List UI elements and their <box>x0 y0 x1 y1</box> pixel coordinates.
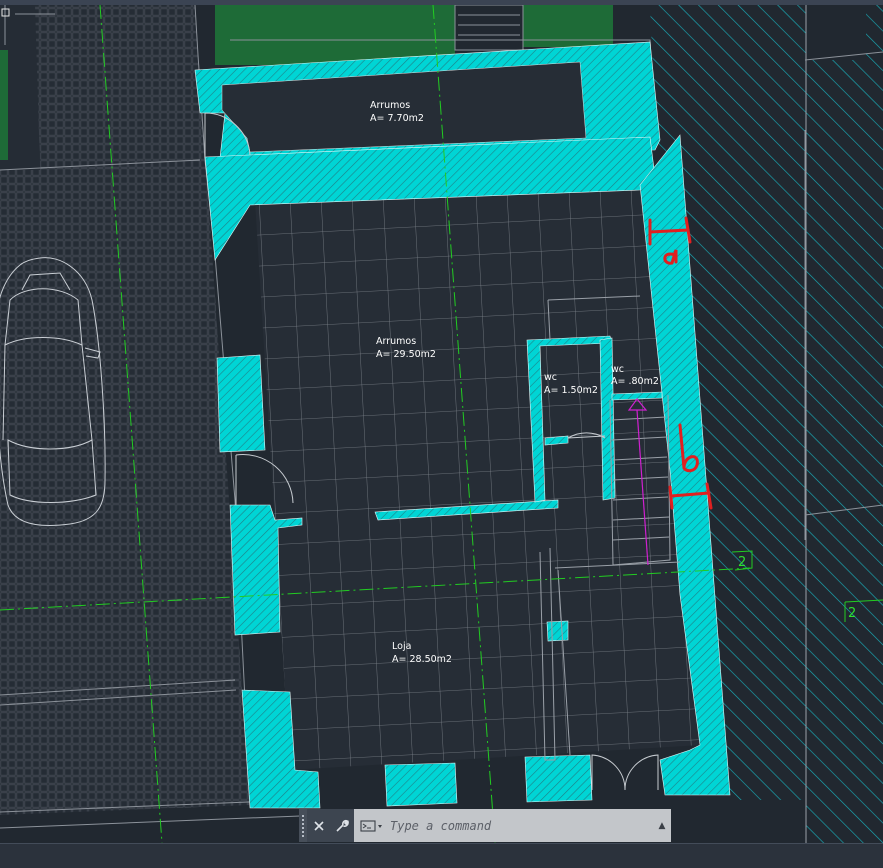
command-input-box[interactable]: ▲ <box>354 809 671 842</box>
command-input[interactable] <box>386 814 653 837</box>
autocad-window: 2 2 a b Arrumos A <box>0 0 883 868</box>
svg-text:A= .80m2: A= .80m2 <box>611 376 659 387</box>
drawing-canvas[interactable]: 2 2 a b Arrumos A <box>0 5 883 843</box>
grid-label-2: 2 <box>738 555 746 570</box>
svg-text:A= 1.50m2: A= 1.50m2 <box>544 385 598 396</box>
svg-text:Arrumos: Arrumos <box>370 100 410 111</box>
wrench-icon[interactable] <box>333 817 351 835</box>
svg-text:Arrumos: Arrumos <box>376 336 416 347</box>
floor-tiles <box>255 185 700 770</box>
paving-area <box>0 5 250 815</box>
grid-label-2b: 2 <box>848 606 856 621</box>
svg-text:wc: wc <box>611 364 624 375</box>
command-prompt-icon[interactable] <box>358 816 386 836</box>
command-line-tools <box>307 809 354 842</box>
svg-text:Loja: Loja <box>392 641 411 652</box>
svg-text:A= 29.50m2: A= 29.50m2 <box>376 349 436 360</box>
chevron-up-icon[interactable]: ▲ <box>653 809 671 842</box>
command-line: ▲ <box>299 809 671 842</box>
status-bar <box>0 843 883 868</box>
svg-text:A= 7.70m2: A= 7.70m2 <box>370 113 424 124</box>
svg-text:wc: wc <box>544 372 557 383</box>
command-line-grip[interactable] <box>299 809 307 842</box>
close-icon[interactable] <box>310 817 328 835</box>
svg-text:A= 28.50m2: A= 28.50m2 <box>392 654 452 665</box>
